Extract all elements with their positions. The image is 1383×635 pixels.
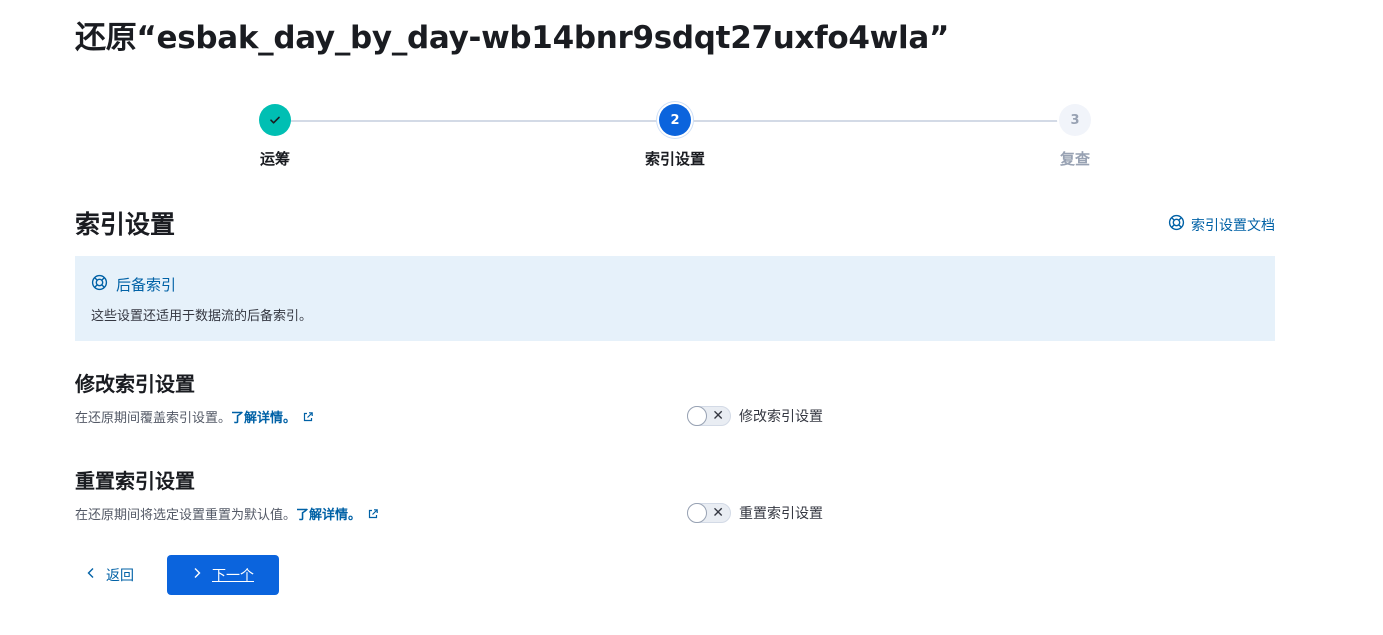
- switch-label: 重置索引设置: [739, 506, 823, 522]
- learn-more-link[interactable]: 了解详情。: [231, 411, 296, 426]
- reset-settings-description: 在还原期间将选定设置重置为默认值。: [75, 508, 297, 523]
- step-label: 复查: [1059, 150, 1090, 168]
- help-lifebuoy-icon: [91, 274, 108, 295]
- switch-label: 修改索引设置: [739, 409, 823, 425]
- callout-title: 后备索引: [116, 276, 177, 294]
- reset-settings-title: 重置索引设置: [75, 469, 195, 493]
- modify-settings-title: 修改索引设置: [75, 372, 195, 396]
- close-icon: ✕: [712, 408, 724, 424]
- step-2[interactable]: 2 索引设置: [615, 104, 735, 169]
- next-button[interactable]: 下一个: [167, 555, 279, 595]
- modify-settings-description: 在还原期间覆盖索引设置。: [75, 411, 232, 426]
- step-3[interactable]: 3 复查: [1015, 104, 1135, 169]
- step-1[interactable]: 运筹: [215, 104, 335, 169]
- step-label: 索引设置: [644, 150, 705, 168]
- switch-track: ✕: [687, 503, 731, 523]
- learn-more-link[interactable]: 了解详情。: [296, 508, 361, 523]
- reset-index-settings-switch[interactable]: ✕ 重置索引设置: [687, 503, 823, 523]
- backing-index-callout: 后备索引 这些设置还适用于数据流的后备索引。: [75, 256, 1275, 341]
- modify-index-settings-switch[interactable]: ✕ 修改索引设置: [687, 406, 823, 426]
- step-label: 运筹: [259, 150, 290, 168]
- step-number: 2: [659, 104, 691, 136]
- callout-body: 这些设置还适用于数据流的后备索引。: [91, 309, 313, 324]
- page-title: 还原“esbak_day_by_day-wb14bnr9sdqt27uxfo4w…: [75, 20, 950, 56]
- close-icon: ✕: [712, 505, 724, 521]
- modify-index-settings-section: 修改索引设置 在还原期间覆盖索引设置。了解详情。 ✕ 修改索引设置: [75, 368, 1275, 427]
- check-icon: [259, 104, 291, 136]
- back-button-label: 返回: [106, 568, 134, 584]
- reset-index-settings-section: 重置索引设置 在还原期间将选定设置重置为默认值。了解详情。 ✕ 重置索引设置: [75, 465, 1275, 524]
- index-settings-docs-link[interactable]: 索引设置文档: [1168, 214, 1275, 235]
- next-button-label: 下一个: [212, 568, 254, 584]
- help-lifebuoy-icon: [1168, 214, 1185, 235]
- external-link-icon: [302, 411, 314, 427]
- section-title: 索引设置: [75, 210, 176, 239]
- chevron-right-icon: [192, 567, 202, 583]
- docs-link-label: 索引设置文档: [1191, 217, 1275, 234]
- back-button[interactable]: 返回: [82, 563, 138, 587]
- chevron-left-icon: [86, 567, 96, 583]
- external-link-icon: [367, 508, 379, 524]
- stepper: 运筹 2 索引设置 3 复查: [0, 104, 1383, 174]
- switch-track: ✕: [687, 406, 731, 426]
- step-number: 3: [1059, 104, 1091, 136]
